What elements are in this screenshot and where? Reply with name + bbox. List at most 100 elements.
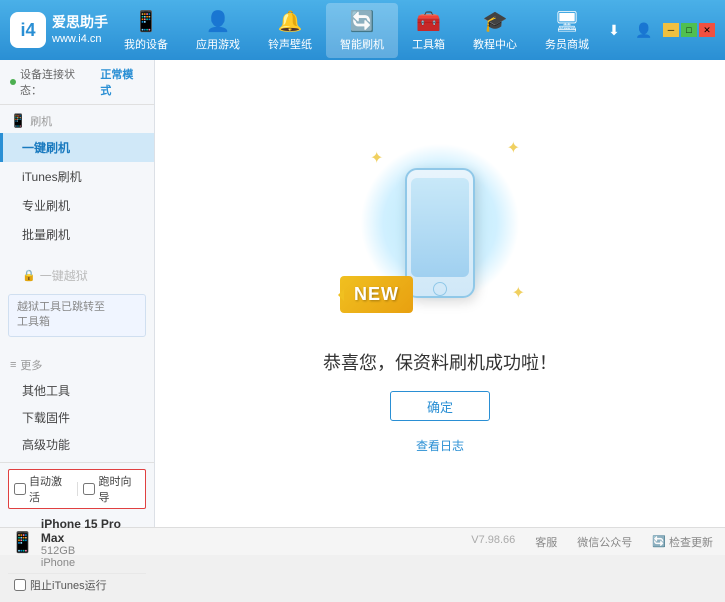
logo-sub: www.i4.cn <box>52 32 108 47</box>
user-button[interactable]: 👤 <box>633 19 655 41</box>
footer-version: V7.98.66 <box>471 534 515 550</box>
sidebar-item-pro-flash[interactable]: 专业刷机 <box>0 191 154 220</box>
sidebar: 设备连接状态： 正常模式 📱 刷机 一键刷机 iTunes刷机 专业刷机 批量刷… <box>0 60 155 527</box>
sidebar-item-advanced[interactable]: 高级功能 <box>0 431 154 458</box>
footer-right: V7.98.66 客服 微信公众号 🔄 检查更新 <box>471 534 713 550</box>
phone-home-button <box>433 282 447 296</box>
main-content: ✦ ✦ ✦ NEW 恭喜您，保资料刷机成功啦！ 确定 查看日志 <box>155 60 725 527</box>
new-badge-inner: NEW <box>340 276 413 313</box>
phone-illustration: ✦ ✦ ✦ NEW <box>350 133 530 333</box>
nav-ringtones-label: 铃声壁纸 <box>268 36 312 52</box>
status-label: 设备连接状态： <box>20 66 96 98</box>
nav-apps-games[interactable]: 👤 应用游戏 <box>182 3 254 58</box>
sidebar-item-batch-flash[interactable]: 批量刷机 <box>0 220 154 249</box>
nav-tutorial[interactable]: 🎓 教程中心 <box>459 3 531 58</box>
footer-customer-service[interactable]: 客服 <box>535 534 557 550</box>
sidebar-item-other-tools[interactable]: 其他工具 <box>0 377 154 404</box>
logo-char: i4 <box>20 20 35 41</box>
footer-refresh-label: 检查更新 <box>669 534 713 550</box>
auto-activate-label: 自动激活 <box>29 473 71 505</box>
nav-bar: 📱 我的设备 👤 应用游戏 🔔 铃声壁纸 🔄 智能刷机 🧰 工具箱 🎓 教程中心… <box>110 3 603 58</box>
sidebar-item-itunes-flash[interactable]: iTunes刷机 <box>0 162 154 191</box>
more-section-label: 更多 <box>20 357 42 373</box>
device-name: iPhone 15 Pro Max <box>41 517 144 545</box>
sidebar-item-download-firmware[interactable]: 下载固件 <box>0 404 154 431</box>
success-area: ✦ ✦ ✦ NEW 恭喜您，保资料刷机成功啦！ 确定 查看日志 <box>323 133 557 454</box>
nav-toolbox[interactable]: 🧰 工具箱 <box>398 3 459 58</box>
nav-device-label: 我的设备 <box>124 36 168 52</box>
logo-icon: i4 <box>10 12 46 48</box>
success-title: 恭喜您，保资料刷机成功啦！ <box>323 349 557 375</box>
close-button[interactable]: ✕ <box>699 23 715 37</box>
minimize-button[interactable]: ─ <box>663 23 679 37</box>
device-row: 📱 iPhone 15 Pro Max 512GB iPhone <box>8 513 146 573</box>
footer-wechat[interactable]: 微信公众号 <box>577 534 632 550</box>
block-itunes-checkbox[interactable] <box>14 579 26 591</box>
nav-ringtones-icon: 🔔 <box>278 9 303 34</box>
time-guide-label: 跑时向导 <box>98 473 140 505</box>
nav-flash-label: 智能刷机 <box>340 36 384 52</box>
device-status-bar: 设备连接状态： 正常模式 <box>0 60 154 105</box>
jailbreak-notice: 越狱工具已跳转至工具箱 <box>8 294 146 337</box>
nav-tutorial-label: 教程中心 <box>473 36 517 52</box>
nav-toolbox-icon: 🧰 <box>416 9 441 34</box>
nav-tutorial-icon: 🎓 <box>483 9 508 34</box>
jailbreak-notice-text: 越狱工具已跳转至工具箱 <box>17 301 105 328</box>
sidebar-item-one-key-flash[interactable]: 一键刷机 <box>0 133 154 162</box>
new-badge: NEW <box>340 276 413 313</box>
header-right-controls: ⬇ 👤 ─ □ ✕ <box>603 19 715 41</box>
sparkle-icon-1: ✦ <box>507 138 520 158</box>
nav-flash-icon: 🔄 <box>350 9 375 34</box>
sidebar-bottom: 自动激活 跑时向导 📱 iPhone 15 Pro Max 512GB iPho… <box>0 462 154 602</box>
block-itunes-label: 阻止iTunes运行 <box>30 577 107 593</box>
sparkle-icon-3: ✦ <box>512 283 525 303</box>
more-section: ≡ 更多 其他工具 下载固件 高级功能 <box>0 349 154 462</box>
status-value: 正常模式 <box>100 66 144 98</box>
device-type: iPhone <box>41 557 144 569</box>
device-storage: 512GB <box>41 545 144 557</box>
logo-main: 爱思助手 <box>52 13 108 33</box>
window-controls: ─ □ ✕ <box>663 23 715 37</box>
nav-smart-flash[interactable]: 🔄 智能刷机 <box>326 3 398 58</box>
view-log-link[interactable]: 查看日志 <box>416 437 464 454</box>
jailbreak-section: 🔒 一键越狱 越狱工具已跳转至工具箱 <box>0 257 154 345</box>
nav-device-icon: 📱 <box>134 9 159 34</box>
logo-text: 爱思助手 www.i4.cn <box>52 13 108 48</box>
phone-screen <box>411 178 469 277</box>
nav-apps-icon: 👤 <box>206 9 231 34</box>
more-section-icon: ≡ <box>10 359 16 371</box>
maximize-button[interactable]: □ <box>681 23 697 37</box>
sidebar-item-jailbreak: 🔒 一键越狱 <box>0 261 154 290</box>
nav-service[interactable]: 🖥 务员商城 <box>531 3 603 58</box>
device-info: iPhone 15 Pro Max 512GB iPhone <box>41 517 144 569</box>
device-phone-icon: 📱 <box>10 530 35 555</box>
auto-activate-checkbox[interactable]: 自动激活 <box>14 473 71 505</box>
time-guide-checkbox[interactable]: 跑时向导 <box>83 473 140 505</box>
checkbox-separator <box>77 482 78 496</box>
nav-service-label: 务员商城 <box>545 36 589 52</box>
confirm-button[interactable]: 确定 <box>390 391 490 421</box>
flash-section-icon: 📱 <box>10 113 26 129</box>
main-layout: 设备连接状态： 正常模式 📱 刷机 一键刷机 iTunes刷机 专业刷机 批量刷… <box>0 60 725 527</box>
footer-refresh[interactable]: 🔄 检查更新 <box>652 534 713 550</box>
nav-toolbox-label: 工具箱 <box>412 36 445 52</box>
time-guide-input[interactable] <box>83 483 95 495</box>
new-badge-text: NEW <box>354 284 399 304</box>
logo: i4 爱思助手 www.i4.cn <box>10 12 110 48</box>
auto-activate-input[interactable] <box>14 483 26 495</box>
download-button[interactable]: ⬇ <box>603 19 625 41</box>
lock-icon: 🔒 <box>22 269 36 282</box>
nav-my-device[interactable]: 📱 我的设备 <box>110 3 182 58</box>
flash-section-label: 刷机 <box>30 113 52 129</box>
sparkle-icon-2: ✦ <box>370 148 383 168</box>
more-section-title: ≡ 更多 <box>0 353 154 377</box>
auto-activate-row: 自动激活 跑时向导 <box>8 469 146 509</box>
jailbreak-label: 一键越狱 <box>40 267 88 284</box>
nav-service-icon: 🖥 <box>554 9 579 34</box>
nav-ringtones[interactable]: 🔔 铃声壁纸 <box>254 3 326 58</box>
nav-apps-label: 应用游戏 <box>196 36 240 52</box>
block-itunes-row: 阻止iTunes运行 <box>8 573 146 596</box>
flash-section-title: 📱 刷机 <box>0 109 154 133</box>
header: i4 爱思助手 www.i4.cn 📱 我的设备 👤 应用游戏 🔔 铃声壁纸 🔄… <box>0 0 725 60</box>
status-indicator <box>10 79 16 85</box>
